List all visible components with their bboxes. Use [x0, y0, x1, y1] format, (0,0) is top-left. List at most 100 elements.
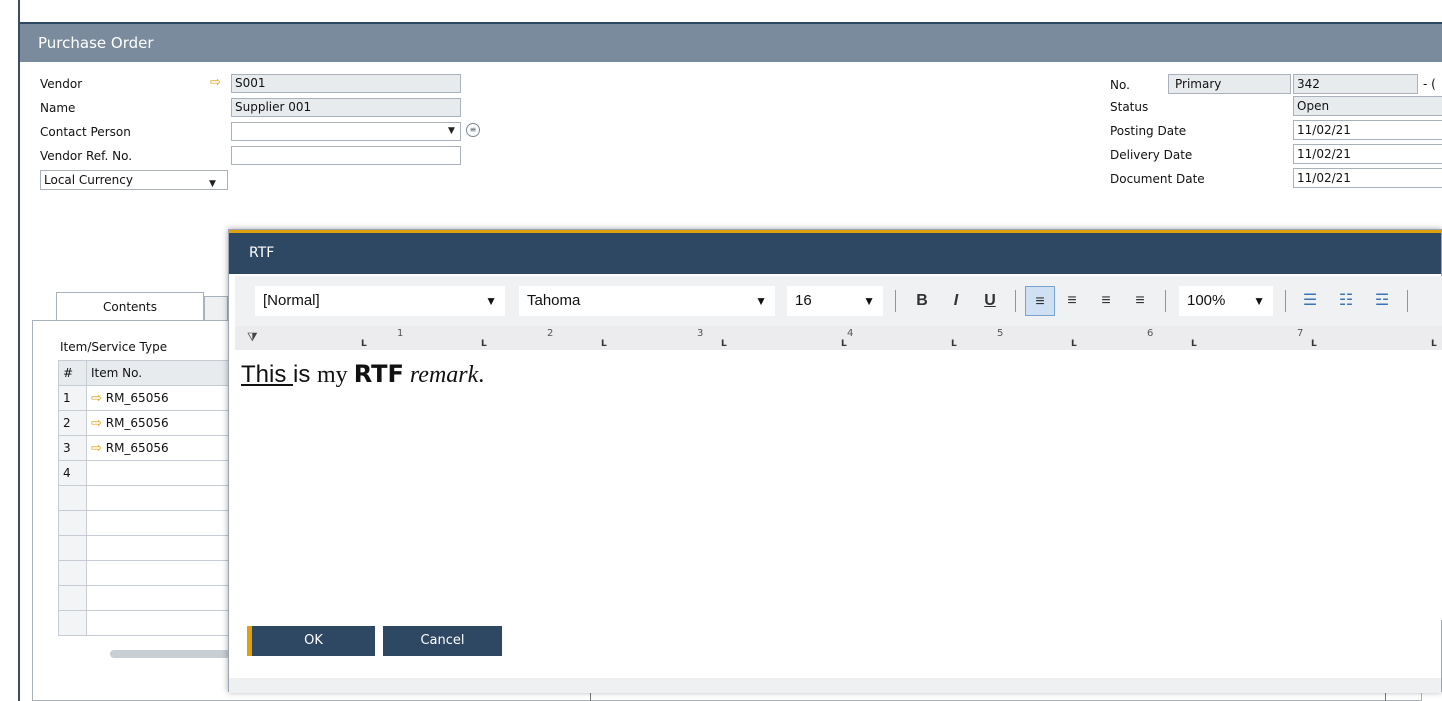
toolbar-divider [1407, 290, 1408, 312]
delivery-date-field[interactable]: 11/02/21 [1293, 144, 1442, 164]
item-link-arrow-icon[interactable]: ⇨ [91, 416, 102, 431]
bullet-list-button[interactable]: ☷ [1331, 286, 1361, 316]
currency-row: Local Currency ▼ [38, 170, 498, 190]
item-no-value: RM_65056 [105, 415, 169, 430]
numbered-list-button[interactable]: ☰ [1295, 286, 1325, 316]
rtf-dialog: RTF [Normal] ▼ Tahoma ▼ 16 ▼ B I U ≡ ≡ ≡… [228, 229, 1442, 693]
zoom-select[interactable]: 100% ▼ [1179, 286, 1273, 316]
rtf-text-plain: is [293, 361, 318, 388]
font-family-select[interactable]: Tahoma ▼ [519, 286, 775, 316]
underline-button[interactable]: U [977, 286, 1003, 316]
tab-stop-icon[interactable]: L [1311, 339, 1317, 349]
table-row-empty[interactable] [58, 585, 247, 611]
vendor-field[interactable]: S001 [231, 74, 461, 93]
tab-contents[interactable]: Contents [56, 292, 204, 320]
tab-stop-icon[interactable]: L [481, 339, 487, 349]
tab-stop-icon[interactable]: L [1431, 339, 1437, 349]
paragraph-style-value: [Normal] [263, 292, 320, 309]
font-size-select[interactable]: 16 ▼ [787, 286, 883, 316]
dialog-footer [229, 678, 1441, 693]
row-number: 2 [58, 410, 87, 436]
contact-dropdown-chevron-down-icon[interactable]: ▼ [448, 126, 455, 136]
ok-button[interactable]: OK [252, 626, 375, 656]
bold-button[interactable]: B [909, 286, 935, 316]
item-no-cell[interactable]: ⇨ RM_65056 [86, 435, 247, 461]
vendor-label: Vendor [40, 77, 83, 91]
justify-button[interactable]: ≡ [1125, 286, 1155, 316]
column-header-number[interactable]: # [58, 360, 87, 386]
table-row-empty[interactable] [58, 510, 247, 536]
tab-stop-icon[interactable]: L [601, 339, 607, 349]
table-row[interactable]: 1 ⇨ RM_65056 [58, 385, 247, 411]
item-link-arrow-icon[interactable]: ⇨ [91, 391, 102, 406]
table-row-empty[interactable] [58, 610, 247, 636]
align-left-button[interactable]: ≡ [1025, 286, 1055, 316]
tab-stop-icon[interactable]: L [1071, 339, 1077, 349]
item-no-cell[interactable] [86, 460, 247, 486]
currency-select[interactable]: Local Currency ▼ [40, 170, 228, 190]
rtf-text-period: . [478, 362, 485, 388]
name-field[interactable]: Supplier 001 [231, 98, 461, 117]
contact-details-list-icon[interactable]: ≡ [466, 123, 480, 137]
vendor-ref-label: Vendor Ref. No. [40, 149, 133, 163]
chevron-down-icon: ▼ [755, 294, 767, 308]
currency-select-value: Local Currency [44, 173, 133, 187]
tab-stop-icon[interactable]: L [361, 339, 367, 349]
chevron-down-icon: ▼ [863, 294, 875, 308]
tab-stop-icon[interactable]: L [951, 339, 957, 349]
tab-stop-icon[interactable]: L [721, 339, 727, 349]
ruler-number: 7 [1297, 328, 1304, 339]
table-row[interactable]: 2 ⇨ RM_65056 [58, 410, 247, 436]
toolbar-divider [1165, 290, 1166, 312]
document-date-field[interactable]: 11/02/21 [1293, 168, 1442, 188]
ruler-number: 1 [397, 328, 404, 339]
vendor-link-arrow-icon[interactable]: ⇨ [210, 75, 221, 90]
align-right-button[interactable]: ≡ [1091, 286, 1121, 316]
ruler-number: 6 [1147, 328, 1154, 339]
contact-person-field[interactable] [231, 122, 461, 141]
doc-number-field[interactable]: 342 [1293, 74, 1418, 94]
bullet-list-icon: ☷ [1338, 292, 1354, 309]
table-row[interactable]: 3 ⇨ RM_65056 [58, 435, 247, 461]
doc-number-row: No. Primary 342 - ( [1108, 74, 1442, 96]
align-left-icon: ≡ [1035, 293, 1045, 310]
item-no-value: RM_65056 [105, 440, 169, 455]
table-row-empty[interactable] [58, 485, 247, 511]
delivery-date-row: Delivery Date 11/02/21 [1108, 144, 1442, 166]
chevron-down-icon: ▼ [485, 294, 497, 308]
cancel-button[interactable]: Cancel [383, 626, 502, 656]
tab-stop-icon[interactable]: L [841, 339, 847, 349]
rtf-text-serif: my [317, 362, 354, 388]
tab-next[interactable] [204, 296, 228, 320]
indent-marker-icon[interactable]: ⧩ [247, 330, 258, 345]
dialog-title: RTF [229, 233, 1441, 274]
item-no-cell[interactable]: ⇨ RM_65056 [86, 410, 247, 436]
outline-list-button[interactable]: ☲ [1367, 286, 1397, 316]
table-row[interactable]: 4 [58, 460, 247, 486]
series-select[interactable]: Primary [1168, 74, 1291, 94]
document-date-row: Document Date 11/02/21 [1108, 168, 1442, 190]
posting-date-field[interactable]: 11/02/21 [1293, 120, 1442, 140]
font-family-value: Tahoma [527, 292, 581, 309]
status-field[interactable]: Open [1293, 96, 1442, 116]
status-row: Status Open [1108, 96, 1442, 118]
item-no-value: RM_65056 [105, 390, 169, 405]
delivery-date-label: Delivery Date [1110, 148, 1193, 162]
column-header-item-no[interactable]: Item No. [86, 360, 247, 386]
tab-stop-icon[interactable]: L [1191, 339, 1197, 349]
table-row-empty[interactable] [58, 560, 247, 586]
ruler[interactable]: ⧩ 1 2 3 4 5 6 7 L L L L L L L L L L [235, 326, 1442, 350]
rtf-text-bold: RTF [353, 360, 404, 388]
vendor-ref-field[interactable] [231, 146, 461, 165]
item-link-arrow-icon[interactable]: ⇨ [91, 441, 102, 456]
align-center-button[interactable]: ≡ [1057, 286, 1087, 316]
doc-number-label: No. [1110, 78, 1130, 92]
grid-horizontal-scrollbar[interactable] [110, 650, 230, 658]
paragraph-style-select[interactable]: [Normal] ▼ [255, 286, 505, 316]
item-no-cell[interactable]: ⇨ RM_65056 [86, 385, 247, 411]
rtf-editor[interactable]: This is my RTF remark. [235, 350, 1442, 620]
table-row-empty[interactable] [58, 535, 247, 561]
ruler-number: 5 [997, 328, 1004, 339]
italic-button[interactable]: I [943, 286, 969, 316]
top-frame-strip [20, 0, 1442, 24]
